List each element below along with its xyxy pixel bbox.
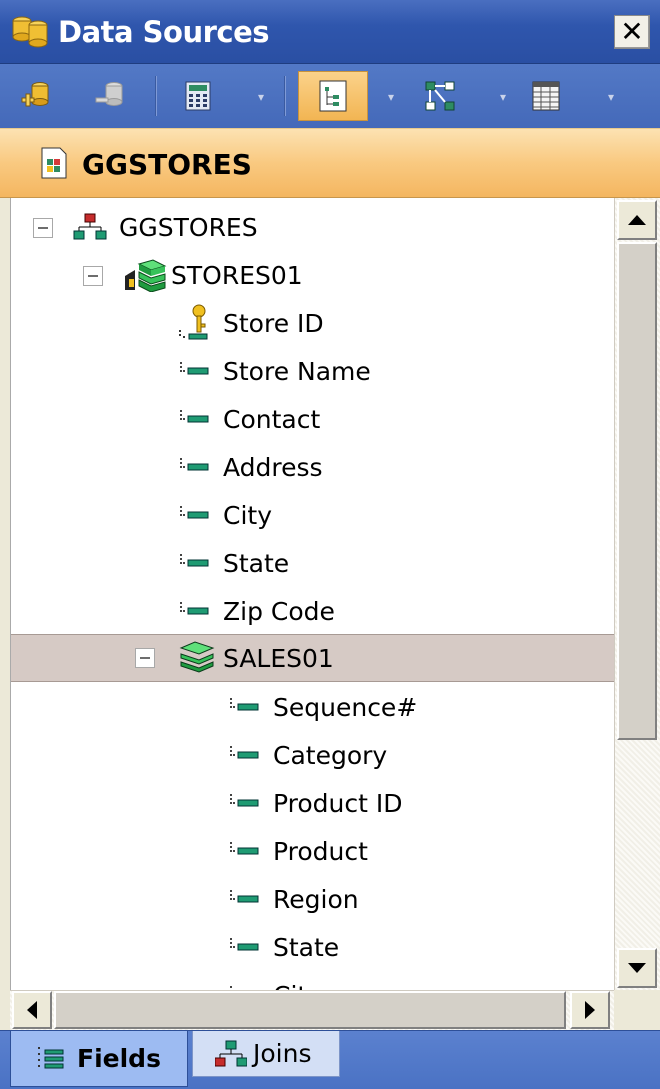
hierarchy-icon <box>73 213 107 240</box>
scroll-left-button[interactable] <box>12 991 52 1029</box>
master-file-icon <box>41 147 67 179</box>
chevron-down-icon[interactable]: ▾ <box>604 90 618 104</box>
window-title: Data Sources <box>58 15 270 49</box>
segment-label: STORES01 <box>171 261 303 290</box>
field-label: Product ID <box>273 789 403 818</box>
source-header: GGSTORES <box>0 128 660 198</box>
tree-field[interactable]: Region <box>11 876 614 924</box>
field-icon <box>180 362 209 375</box>
source-title: GGSTORES <box>82 148 252 181</box>
calculated-field-button[interactable] <box>176 71 220 121</box>
join-view-icon <box>425 81 455 111</box>
arrow-right-icon <box>585 1001 595 1019</box>
tree-field[interactable]: Product <box>11 828 614 876</box>
chevron-down-icon[interactable]: ▾ <box>384 90 398 104</box>
fields-tab-icon <box>38 1046 64 1068</box>
field-icon <box>180 458 209 471</box>
field-label: Zip Code <box>223 597 335 626</box>
field-label: Product <box>273 837 368 866</box>
tree-segment[interactable]: SALES01 <box>11 634 614 682</box>
tree-field[interactable]: City <box>11 972 614 990</box>
close-icon: ✕ <box>620 15 644 48</box>
add-data-source-button[interactable] <box>14 71 58 121</box>
collapse-toggle[interactable] <box>83 266 103 286</box>
tree-segment[interactable]: STORES01 <box>11 252 614 300</box>
joins-tab-icon <box>215 1040 247 1066</box>
close-button[interactable]: ✕ <box>614 15 650 49</box>
arrow-up-icon <box>628 215 646 225</box>
tree-field[interactable]: City <box>11 492 614 540</box>
tree-view-icon <box>319 80 347 112</box>
scroll-down-button[interactable] <box>617 948 657 988</box>
collapse-toggle[interactable] <box>135 648 155 668</box>
root-segment-icon <box>125 259 167 292</box>
tree-root[interactable]: GGSTORES <box>11 204 614 252</box>
tree-field[interactable]: Address <box>11 444 614 492</box>
tree-field[interactable]: Zip Code <box>11 588 614 636</box>
tab-label: Joins <box>253 1039 312 1068</box>
calculated-field-icon <box>185 81 211 111</box>
field-icon <box>230 842 259 855</box>
tab-joins[interactable]: Joins <box>192 1031 340 1077</box>
chevron-down-icon[interactable]: ▾ <box>496 90 510 104</box>
field-label: State <box>223 549 290 578</box>
field-icon <box>230 890 259 903</box>
horizontal-scrollbar[interactable] <box>10 990 614 1030</box>
field-icon <box>180 506 209 519</box>
scroll-thumb[interactable] <box>54 991 566 1029</box>
toolbar: ▾ ▾ ▾ ▾ <box>0 64 660 128</box>
field-label: Category <box>273 741 388 770</box>
tree-field[interactable]: State <box>11 924 614 972</box>
collapse-toggle[interactable] <box>33 218 53 238</box>
field-label: Sequence# <box>273 693 418 722</box>
list-view-button[interactable] <box>524 71 568 121</box>
arrow-left-icon <box>27 1001 37 1019</box>
segment-label: SALES01 <box>223 644 334 673</box>
field-label: City <box>223 501 272 530</box>
add-data-source-icon <box>21 82 49 107</box>
field-icon <box>180 602 209 615</box>
field-icon <box>230 746 259 759</box>
arrow-down-icon <box>628 963 646 973</box>
vertical-scrollbar[interactable] <box>614 198 660 990</box>
remove-data-source-icon <box>95 82 123 106</box>
scroll-right-button[interactable] <box>570 991 610 1029</box>
field-icon <box>230 794 259 807</box>
field-label: Address <box>223 453 323 482</box>
tree-root-label: GGSTORES <box>119 213 258 242</box>
field-label: City <box>273 981 322 990</box>
field-tree[interactable]: GGSTORES STORES01 Store ID Store Name Co… <box>10 198 614 990</box>
data-sources-icon <box>12 16 48 48</box>
segment-icon <box>179 641 215 673</box>
title-bar: Data Sources ✕ <box>0 0 660 64</box>
scrollbar-corner <box>614 990 660 1030</box>
tree-field[interactable]: Category <box>11 732 614 780</box>
field-label: Store ID <box>223 309 324 338</box>
tree-field[interactable]: State <box>11 540 614 588</box>
field-icon <box>180 410 209 423</box>
field-label: Contact <box>223 405 321 434</box>
tree-view-button[interactable] <box>298 71 368 121</box>
tab-label: Fields <box>77 1044 161 1073</box>
scroll-thumb[interactable] <box>617 242 657 740</box>
chevron-down-icon[interactable]: ▾ <box>254 90 268 104</box>
field-label: State <box>273 933 340 962</box>
join-view-button[interactable] <box>418 71 462 121</box>
tree-field[interactable]: Contact <box>11 396 614 444</box>
scroll-up-button[interactable] <box>617 200 657 240</box>
key-field-icon <box>179 304 208 340</box>
tree-field[interactable]: Product ID <box>11 780 614 828</box>
field-label: Store Name <box>223 357 371 386</box>
tree-field[interactable]: Sequence# <box>11 684 614 732</box>
tab-bar: Fields Joins <box>0 1030 660 1089</box>
field-icon <box>180 554 209 567</box>
field-label: Region <box>273 885 359 914</box>
list-view-icon <box>532 81 560 111</box>
field-icon <box>230 938 259 951</box>
tree-field[interactable]: Store ID <box>11 300 614 348</box>
remove-data-source-button[interactable] <box>88 71 132 121</box>
tab-fields[interactable]: Fields <box>10 1031 188 1087</box>
tree-field[interactable]: Store Name <box>11 348 614 396</box>
field-icon <box>230 698 259 711</box>
